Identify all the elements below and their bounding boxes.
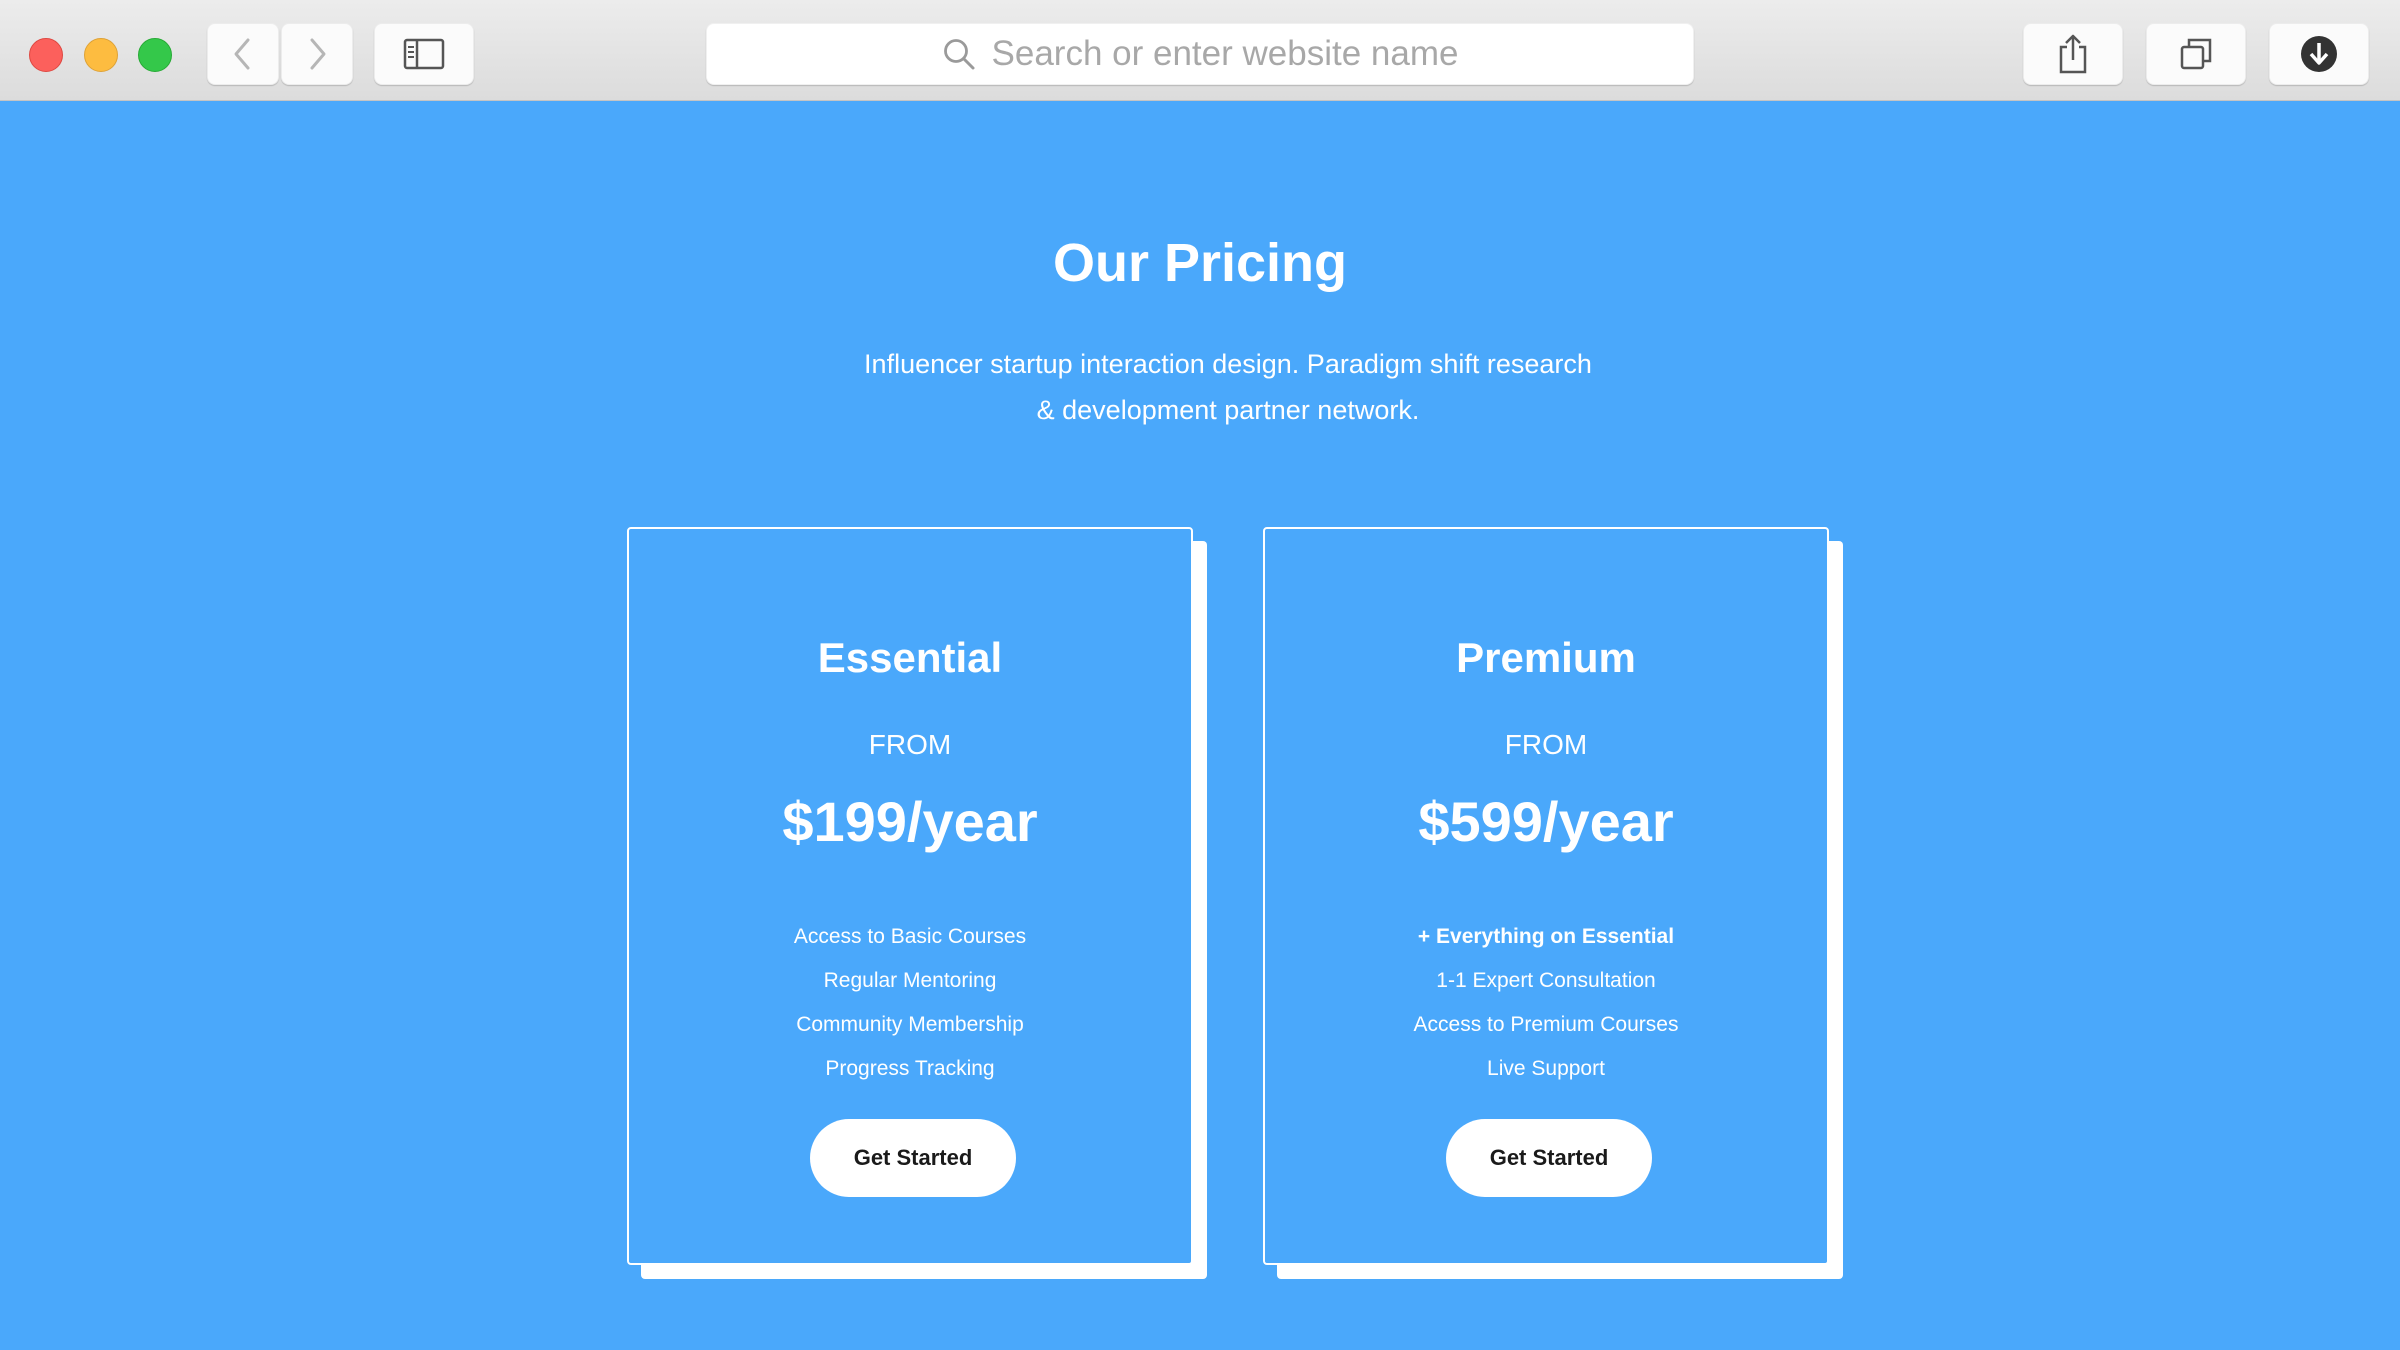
share-icon (2056, 33, 2090, 75)
back-button[interactable] (207, 23, 279, 85)
feature-list: + Everything on Essential 1-1 Expert Con… (1265, 915, 1827, 1091)
chevron-left-icon (230, 36, 256, 72)
page-title: Our Pricing (1052, 233, 1348, 293)
browser-toolbar: Search or enter website name (0, 0, 2400, 101)
tabs-icon (2178, 36, 2214, 72)
close-window-button[interactable] (29, 38, 63, 72)
address-bar-placeholder: Search or enter website name (991, 34, 1459, 73)
card-body: Essential FROM $199/year Access to Basic… (627, 527, 1193, 1265)
sidebar-toggle-button[interactable] (374, 23, 474, 85)
get-started-button[interactable]: Get Started (810, 1119, 1016, 1197)
forward-button[interactable] (281, 23, 353, 85)
feature-item: Progress Tracking (825, 1057, 995, 1080)
feature-list: Access to Basic Courses Regular Mentorin… (629, 915, 1191, 1091)
plan-price: $599/year (1418, 790, 1674, 853)
feature-item: Access to Premium Courses (1413, 1013, 1679, 1036)
feature-item: Live Support (1487, 1057, 1605, 1080)
downloads-button[interactable] (2269, 23, 2369, 85)
card-body: Premium FROM $599/year + Everything on E… (1263, 527, 1829, 1265)
minimize-window-button[interactable] (84, 38, 118, 72)
show-tabs-button[interactable] (2146, 23, 2246, 85)
feature-item: Community Membership (796, 1013, 1024, 1036)
plan-name: Premium (1456, 634, 1636, 681)
maximize-window-button[interactable] (138, 38, 172, 72)
share-button[interactable] (2023, 23, 2123, 85)
subtitle-line-1: Influencer startup interaction design. P… (864, 349, 1592, 379)
get-started-button[interactable]: Get Started (1446, 1119, 1652, 1197)
search-icon (942, 37, 976, 71)
pricing-card-essential: Essential FROM $199/year Access to Basic… (627, 527, 1207, 1279)
subtitle-line-2: & development partner network. (1036, 395, 1420, 425)
from-label: FROM (868, 729, 952, 760)
feature-item-highlight: + Everything on Essential (1417, 925, 1675, 948)
pricing-card-premium: Premium FROM $599/year + Everything on E… (1263, 527, 1843, 1279)
feature-item: 1-1 Expert Consultation (1436, 969, 1656, 992)
plan-name: Essential (817, 634, 1003, 681)
address-bar[interactable]: Search or enter website name (706, 23, 1694, 85)
feature-item: Regular Mentoring (823, 969, 997, 992)
chevron-right-icon (304, 36, 330, 72)
from-label: FROM (1504, 729, 1588, 760)
sidebar-icon (403, 38, 445, 70)
page-subtitle: Influencer startup interaction design. P… (800, 341, 1656, 433)
feature-item: Access to Basic Courses (793, 925, 1027, 948)
download-icon (2299, 34, 2339, 74)
pricing-section: Our Pricing Influencer startup interacti… (0, 101, 2400, 1350)
plan-price: $199/year (782, 790, 1038, 853)
